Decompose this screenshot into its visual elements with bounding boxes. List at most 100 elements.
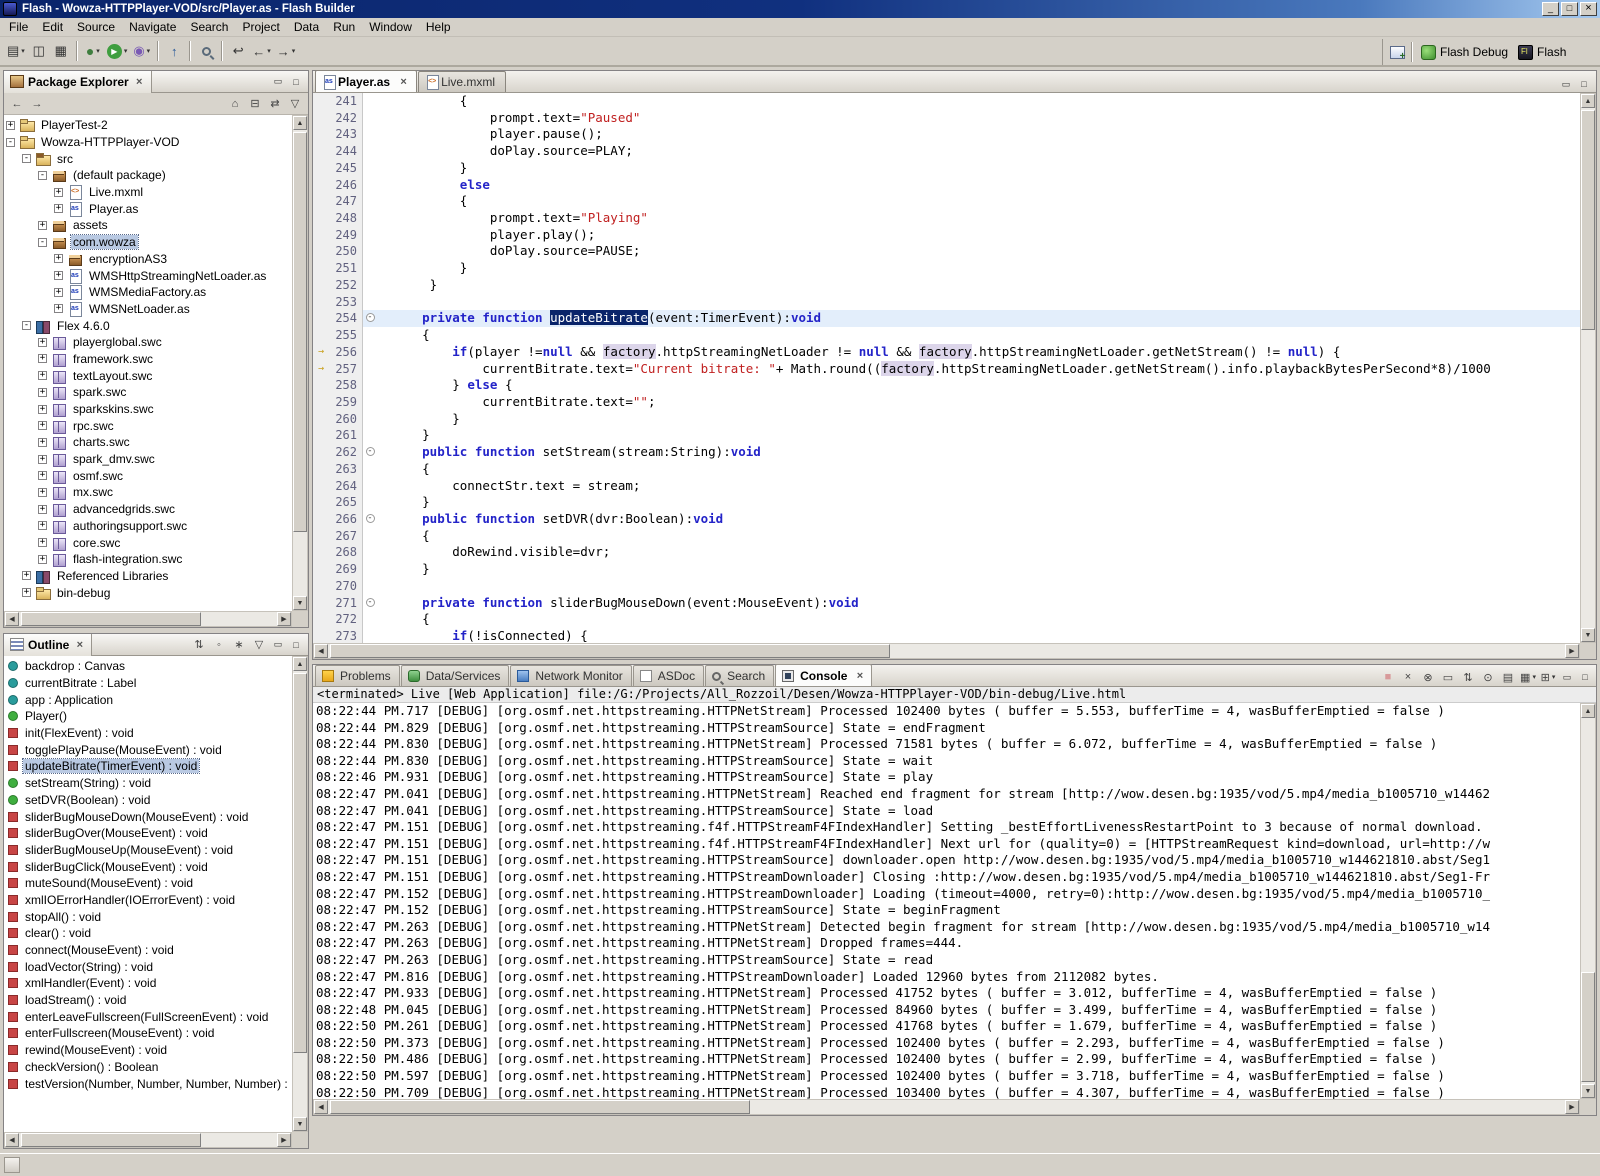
- expander-icon[interactable]: +: [54, 287, 63, 297]
- line-number[interactable]: 268: [329, 544, 363, 562]
- tree-item-core-swc[interactable]: + core.swc: [4, 534, 292, 551]
- close-view-icon[interactable]: ×: [134, 76, 145, 88]
- toolbar-forward-button[interactable]: → ▾: [274, 40, 299, 62]
- outline-item-clear[interactable]: clear() : void: [4, 925, 292, 942]
- expander-icon[interactable]: +: [38, 354, 47, 364]
- scroll-up-icon[interactable]: ▲: [293, 657, 307, 671]
- expander-icon[interactable]: +: [22, 571, 31, 581]
- expander-icon[interactable]: +: [38, 371, 47, 381]
- tree-item-player-as[interactable]: + Player.as: [4, 200, 292, 217]
- perspective-flash-debug-button[interactable]: Flash Debug: [1416, 43, 1513, 62]
- outline-item-player[interactable]: Player(): [4, 708, 292, 725]
- line-number[interactable]: 263: [329, 460, 363, 478]
- collapse-fold-icon[interactable]: -: [365, 597, 375, 607]
- expander-icon[interactable]: +: [38, 504, 47, 514]
- outline-item-sliderbugover[interactable]: sliderBugOver(MouseEvent) : void: [4, 825, 292, 842]
- expander-icon[interactable]: +: [38, 554, 47, 564]
- toolbar-back-button[interactable]: ← ▾: [249, 40, 274, 62]
- scrollbar-thumb[interactable]: [330, 1100, 750, 1114]
- expander-icon[interactable]: +: [54, 271, 63, 281]
- line-number[interactable]: 264: [329, 477, 363, 495]
- expander-icon[interactable]: +: [38, 387, 47, 397]
- line-number[interactable]: 250: [329, 243, 363, 261]
- link-with-editor-button[interactable]: ⇄: [265, 95, 285, 113]
- pin-console-button[interactable]: ⊙: [1478, 668, 1498, 686]
- hide-fields-button[interactable]: ◦: [209, 636, 229, 654]
- maximize-view-button[interactable]: □: [287, 74, 305, 90]
- scroll-right-icon[interactable]: ▶: [277, 1133, 291, 1147]
- outline-item-rewind[interactable]: rewind(MouseEvent) : void: [4, 1042, 292, 1059]
- tree-item-wmsmediafactory-as[interactable]: + WMSMediaFactory.as: [4, 284, 292, 301]
- tree-item-mx-swc[interactable]: + mx.swc: [4, 484, 292, 501]
- outline-item-backdrop-canvas[interactable]: backdrop : Canvas: [4, 658, 292, 675]
- line-number[interactable]: 248: [329, 210, 363, 227]
- tree-item-playerglobal-swc[interactable]: + playerglobal.swc: [4, 334, 292, 351]
- maximize-editor-button[interactable]: □: [1575, 76, 1593, 92]
- menu-navigate[interactable]: Navigate: [122, 18, 183, 36]
- line-number[interactable]: 262: [329, 444, 363, 461]
- scrollbar-thumb[interactable]: [293, 673, 307, 1053]
- code-editor[interactable]: 241 {242 prompt.text="Paused" 243 player.…: [313, 93, 1580, 643]
- line-number[interactable]: 270: [329, 577, 363, 595]
- menu-help[interactable]: Help: [419, 18, 458, 36]
- close-editor-icon[interactable]: ×: [398, 76, 409, 88]
- line-number[interactable]: 272: [329, 611, 363, 628]
- outline-item-loadvector[interactable]: loadVector(String) : void: [4, 958, 292, 975]
- menu-run[interactable]: Run: [326, 18, 362, 36]
- tree-item-spark-dmv-swc[interactable]: + spark_dmv.swc: [4, 451, 292, 468]
- outline-item-toggleplaypause[interactable]: togglePlayPause(MouseEvent) : void: [4, 741, 292, 758]
- tree-item-flex-4-6-0[interactable]: - Flex 4.6.0: [4, 317, 292, 334]
- line-number[interactable]: 251: [329, 260, 363, 277]
- line-number[interactable]: 257: [329, 360, 363, 378]
- scroll-left-icon[interactable]: ◀: [314, 644, 328, 658]
- hide-static-button[interactable]: ∗: [229, 636, 249, 654]
- scrollbar-thumb[interactable]: [21, 1133, 201, 1147]
- scroll-lock-button[interactable]: ⇅: [1458, 668, 1478, 686]
- tree-item-wmshttpstreamingnetloader-as[interactable]: + WMSHttpStreamingNetLoader.as: [4, 267, 292, 284]
- tree-item-default-package[interactable]: - (default package): [4, 167, 292, 184]
- go-up-button[interactable]: ⌂: [225, 95, 245, 113]
- scroll-right-icon[interactable]: ▶: [1565, 1100, 1579, 1114]
- line-number[interactable]: 258: [329, 377, 363, 394]
- back-history-button[interactable]: ←: [7, 95, 27, 113]
- line-number[interactable]: 249: [329, 226, 363, 244]
- line-number[interactable]: 260: [329, 410, 363, 428]
- outline-tab[interactable]: Outline ×: [4, 633, 93, 656]
- expander-icon[interactable]: -: [22, 154, 31, 164]
- toolbar-debug-button[interactable]: ● ▾: [82, 40, 104, 62]
- line-number[interactable]: 244: [329, 143, 363, 160]
- scroll-down-icon[interactable]: ▼: [293, 1117, 307, 1131]
- line-number[interactable]: 256: [329, 343, 363, 361]
- line-number[interactable]: 246: [329, 176, 363, 194]
- tab-problems[interactable]: Problems: [315, 665, 400, 686]
- scroll-right-icon[interactable]: ▶: [1565, 644, 1579, 658]
- scrollbar-thumb[interactable]: [1581, 972, 1595, 1082]
- maximize-view-button[interactable]: □: [1576, 669, 1594, 685]
- tab-asdoc[interactable]: ASDoc: [632, 665, 705, 686]
- show-on-output-button[interactable]: ▤: [1498, 668, 1518, 686]
- outline-item-sliderbugmouseup[interactable]: sliderBugMouseUp(MouseEvent) : void: [4, 842, 292, 859]
- line-number[interactable]: 273: [329, 628, 363, 643]
- scroll-left-icon[interactable]: ◀: [314, 1100, 328, 1114]
- menu-project[interactable]: Project: [235, 18, 286, 36]
- minimize-view-button[interactable]: ▭: [269, 637, 287, 653]
- tree-item-encryptionas3[interactable]: + encryptionAS3: [4, 251, 292, 268]
- expander-icon[interactable]: +: [54, 187, 63, 197]
- outline-item-sliderbugmousedown[interactable]: sliderBugMouseDown(MouseEvent) : void: [4, 808, 292, 825]
- remove-launch-button[interactable]: ×: [1398, 668, 1418, 686]
- toolbar-save-button[interactable]: ◫: [28, 40, 50, 62]
- scroll-left-icon[interactable]: ◀: [5, 1133, 19, 1147]
- tree-item-wowza-httpplayer-vod[interactable]: - Wowza-HTTPPlayer-VOD: [4, 134, 292, 151]
- toolbar-profile-button[interactable]: ◉ ▾: [130, 40, 153, 62]
- remove-all-launches-button[interactable]: ⊗: [1418, 668, 1438, 686]
- line-number[interactable]: 247: [329, 193, 363, 211]
- expander-icon[interactable]: +: [38, 437, 47, 447]
- tree-item-charts-swc[interactable]: + charts.swc: [4, 434, 292, 451]
- toolbar-last-edit-location-button[interactable]: ↩: [227, 40, 249, 62]
- view-menu-button[interactable]: ▽: [285, 95, 305, 113]
- collapse-fold-icon[interactable]: -: [365, 313, 375, 323]
- expander-icon[interactable]: -: [6, 137, 15, 147]
- scrollbar-thumb[interactable]: [21, 612, 201, 626]
- minimize-button[interactable]: [1542, 2, 1559, 16]
- expander-icon[interactable]: +: [54, 304, 63, 314]
